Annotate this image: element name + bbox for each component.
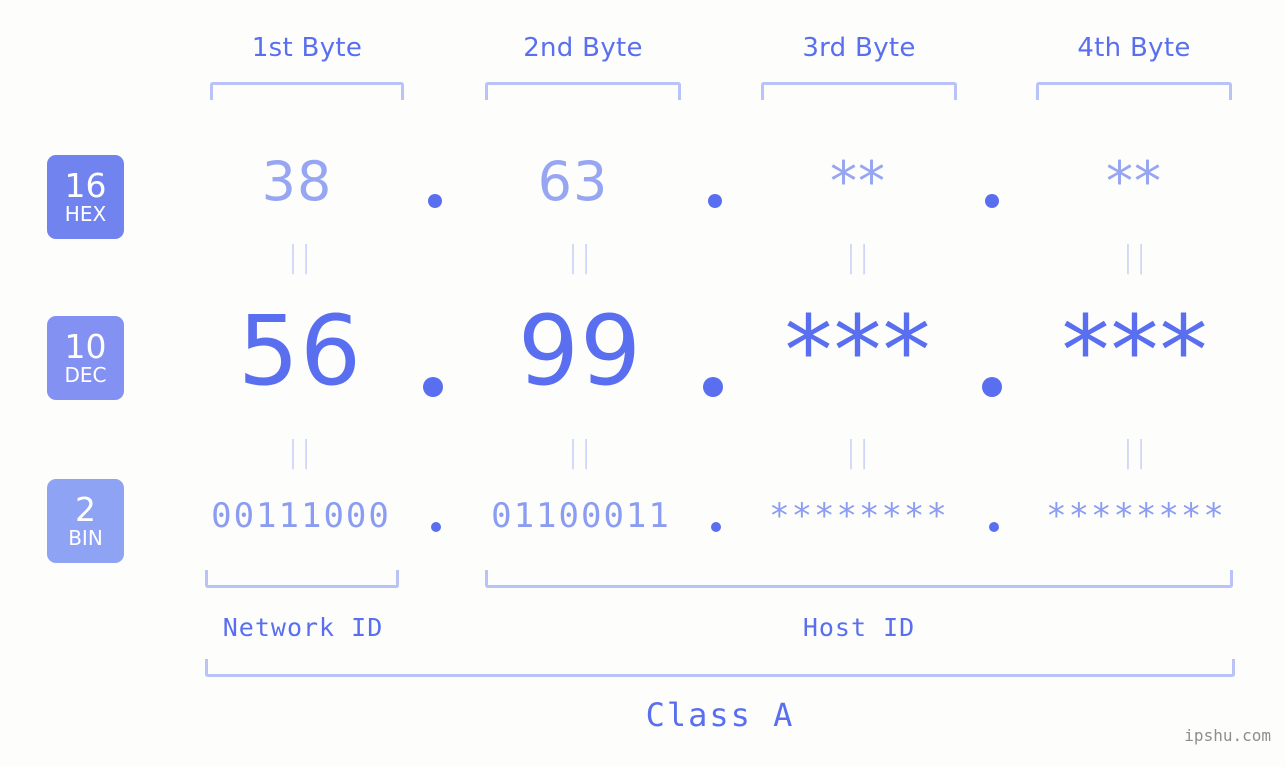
host-id-bracket: [485, 570, 1233, 588]
bin-byte-1: 00111000: [211, 496, 391, 536]
hex-byte-3: **: [830, 150, 886, 213]
hex-byte-1: 38: [261, 150, 333, 213]
equals-hex-dec-2: ||: [567, 240, 595, 275]
radix-badge-dec-system: DEC: [64, 363, 107, 387]
hex-separator-3: [985, 194, 999, 208]
bin-byte-3: ********: [769, 496, 949, 536]
byte-bracket-1: [210, 82, 404, 100]
equals-dec-bin-1: ||: [287, 435, 315, 470]
byte-header-2: 2nd Byte: [523, 33, 643, 63]
equals-dec-bin-2: ||: [567, 435, 595, 470]
ip-breakdown-diagram: 1st Byte 2nd Byte 3rd Byte 4th Byte 16 H…: [0, 0, 1285, 767]
radix-badge-bin-system: BIN: [68, 526, 103, 550]
byte-header-3: 3rd Byte: [802, 33, 916, 63]
equals-dec-bin-3: ||: [845, 435, 873, 470]
network-id-bracket: [205, 570, 399, 588]
host-id-label: Host ID: [802, 613, 916, 642]
bin-separator-2: [711, 522, 721, 532]
bin-separator-3: [989, 522, 999, 532]
class-bracket: [205, 659, 1235, 677]
dec-byte-4: ***: [1061, 295, 1209, 407]
radix-badge-dec-number: 10: [64, 327, 107, 366]
byte-header-1: 1st Byte: [251, 33, 363, 63]
radix-badge-bin: 2 BIN: [47, 479, 124, 563]
dec-byte-3: ***: [784, 295, 932, 407]
radix-badge-dec: 10 DEC: [47, 316, 124, 400]
radix-badge-hex: 16 HEX: [47, 155, 124, 239]
dec-separator-3: [982, 377, 1002, 397]
byte-bracket-4: [1036, 82, 1232, 100]
byte-header-4: 4th Byte: [1077, 33, 1191, 63]
equals-hex-dec-1: ||: [287, 240, 315, 275]
equals-hex-dec-3: ||: [845, 240, 873, 275]
byte-bracket-3: [761, 82, 957, 100]
dec-separator-1: [423, 377, 443, 397]
dec-byte-1: 56: [237, 295, 363, 407]
dec-byte-2: 99: [517, 295, 643, 407]
bin-byte-4: ********: [1046, 496, 1226, 536]
hex-byte-2: 63: [537, 150, 609, 213]
byte-bracket-2: [485, 82, 681, 100]
equals-dec-bin-4: ||: [1122, 435, 1150, 470]
bin-separator-1: [431, 522, 441, 532]
dec-separator-2: [703, 377, 723, 397]
hex-byte-4: **: [1106, 150, 1162, 213]
site-watermark: ipshu.com: [1184, 726, 1271, 745]
radix-badge-bin-number: 2: [75, 490, 96, 529]
hex-separator-2: [708, 194, 722, 208]
hex-separator-1: [428, 194, 442, 208]
radix-badge-hex-number: 16: [64, 166, 107, 205]
network-id-label: Network ID: [222, 613, 384, 642]
radix-badge-hex-system: HEX: [64, 202, 107, 226]
class-label: Class A: [645, 696, 795, 734]
equals-hex-dec-4: ||: [1122, 240, 1150, 275]
bin-byte-2: 01100011: [491, 496, 671, 536]
